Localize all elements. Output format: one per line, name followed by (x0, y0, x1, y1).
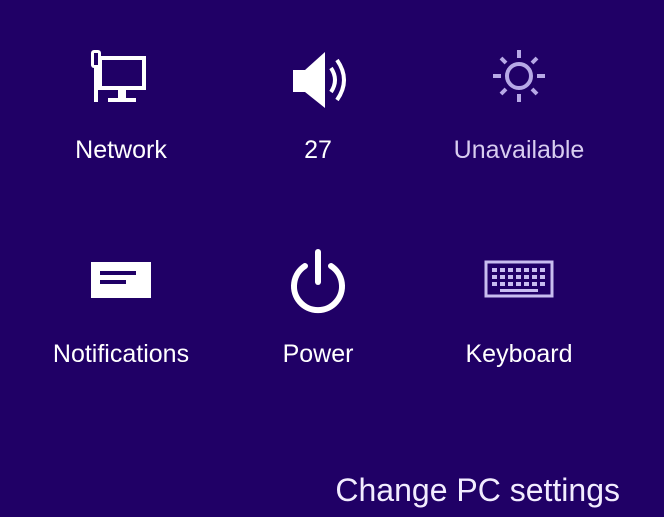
volume-icon (273, 40, 363, 130)
brightness-tile: Unavailable (429, 40, 609, 190)
notifications-tile[interactable]: Notifications (31, 244, 211, 394)
network-label: Network (75, 136, 167, 164)
settings-quick-panel: Network 27 Unavailable Notifications Pow… (0, 0, 664, 517)
network-tile[interactable]: Network (31, 40, 211, 190)
brightness-label: Unavailable (453, 136, 585, 164)
network-icon (76, 40, 166, 130)
power-tile[interactable]: Power (228, 244, 408, 394)
keyboard-label: Keyboard (465, 340, 573, 368)
keyboard-tile[interactable]: Keyboard (429, 244, 609, 394)
keyboard-icon (474, 244, 564, 334)
volume-level: 27 (304, 136, 332, 164)
power-icon (273, 244, 363, 334)
notifications-label: Notifications (52, 340, 190, 368)
change-pc-settings-link[interactable]: Change PC settings (335, 470, 620, 510)
brightness-icon (474, 40, 564, 130)
power-label: Power (282, 340, 354, 368)
notifications-icon (76, 244, 166, 334)
volume-tile[interactable]: 27 (228, 40, 408, 190)
